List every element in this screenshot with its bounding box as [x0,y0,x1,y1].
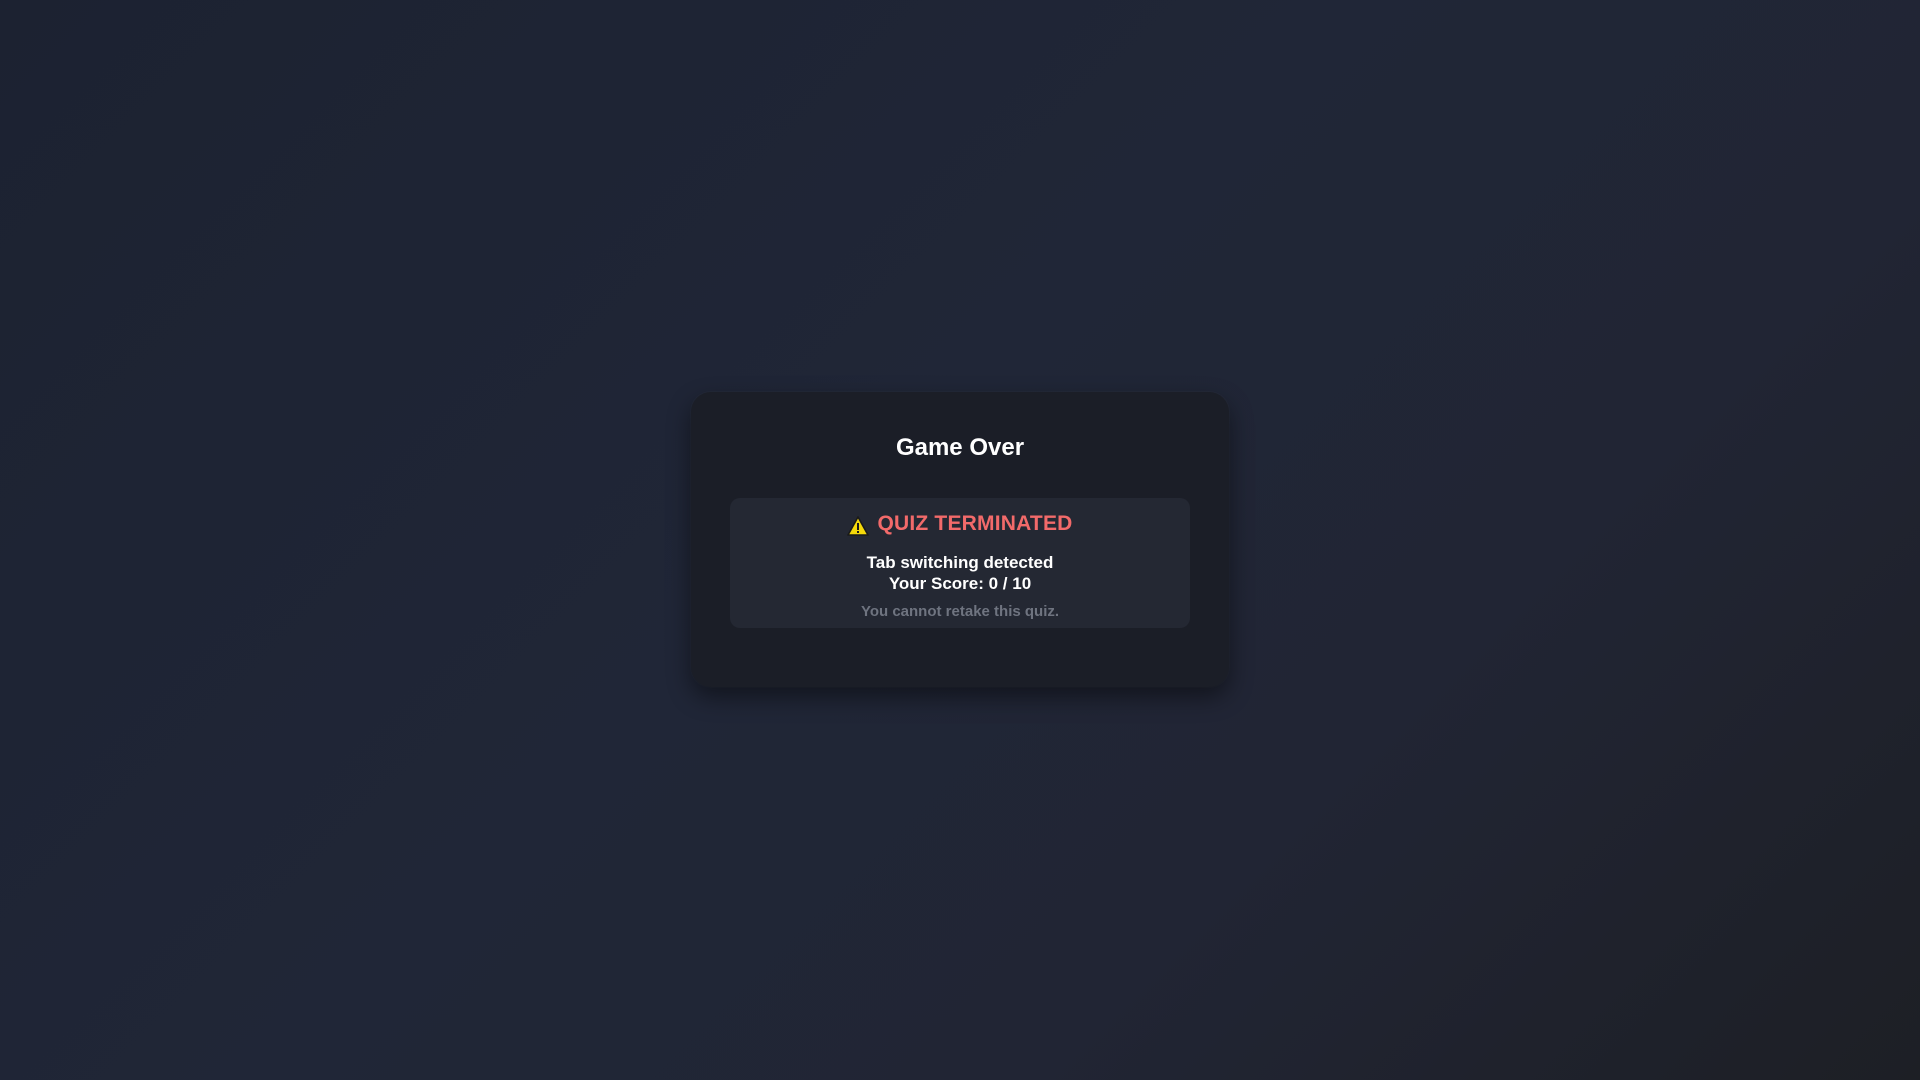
termination-panel: QUIZ TERMINATED Tab switching detected Y… [730,498,1190,628]
termination-status: QUIZ TERMINATED [730,510,1190,538]
retake-note: You cannot retake this quiz. [860,603,1060,620]
score-text: Your Score: 0 / 10 [888,574,1032,593]
dialog-title: Game Over [895,434,1025,461]
game-over-card: Game Over QUIZ TERMINATED Tab switching … [691,392,1229,687]
warning-triangle-icon [847,515,870,537]
quiz-terminated-label: QUIZ TERMINATED [877,512,1073,535]
page-background: { "dialog": { "title": "Game Over", "sta… [0,0,1920,1080]
termination-reason: Tab switching detected [866,553,1054,572]
